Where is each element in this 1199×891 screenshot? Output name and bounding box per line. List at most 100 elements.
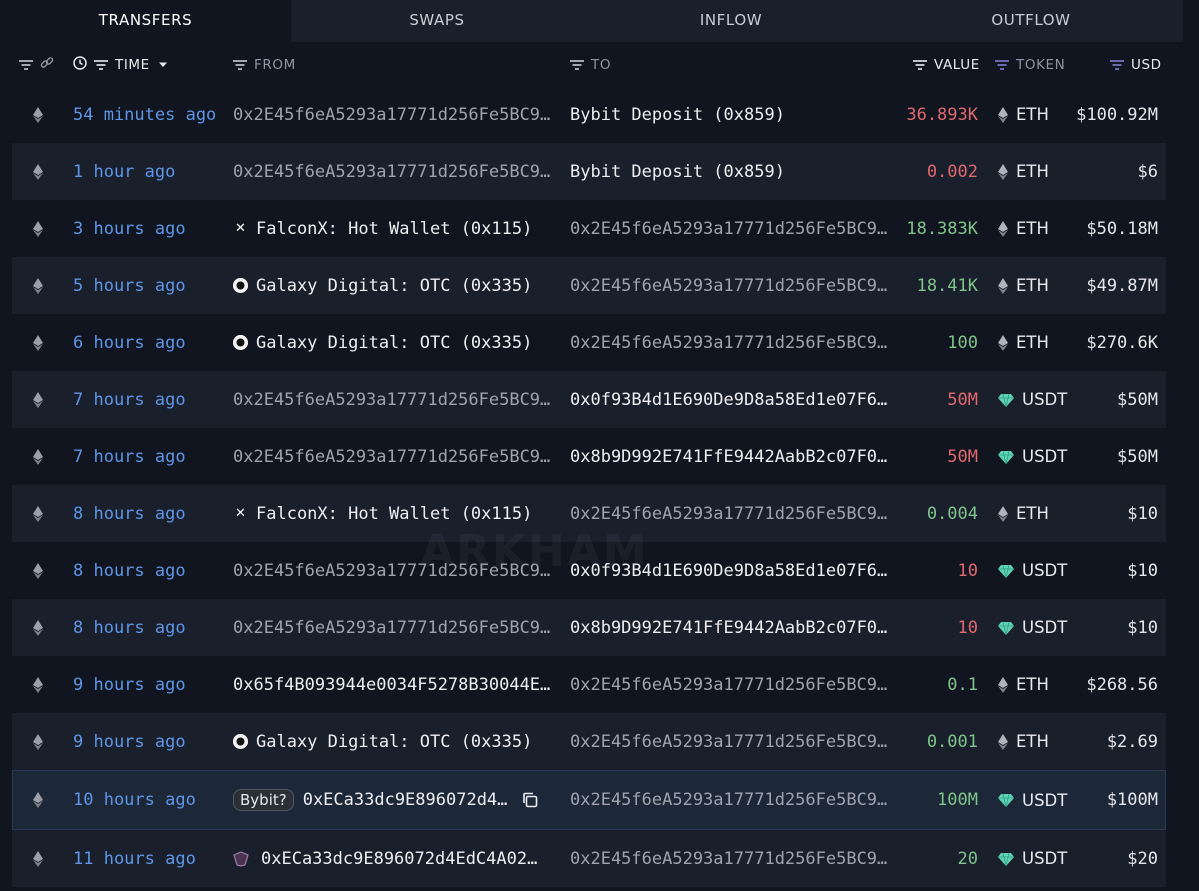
tab-outflow[interactable]: OUTFLOW xyxy=(879,0,1183,42)
time-link[interactable]: 5 hours ago xyxy=(73,257,186,314)
time-column-header[interactable]: TIME xyxy=(73,56,169,74)
filter-icon[interactable] xyxy=(94,60,108,70)
time-link[interactable]: 8 hours ago xyxy=(73,599,186,656)
from-column-header[interactable]: FROM xyxy=(233,56,296,74)
table-row[interactable]: 7 hours ago 0x2E45f6eA5293a17771d256Fe5BC… xyxy=(12,428,1166,485)
from-entity-link[interactable]: Galaxy Digital: OTC (0x335) xyxy=(233,732,532,752)
from-address-link[interactable]: 0xECa33dc9E896072d4… xyxy=(303,790,508,810)
filter-icon[interactable] xyxy=(19,60,33,70)
table-row[interactable]: 1 hour ago 0x2E45f6eA5293a17771d256Fe5BC9… xyxy=(12,143,1166,200)
link-icon[interactable] xyxy=(40,56,54,74)
token-cell[interactable]: USDT xyxy=(998,371,1067,428)
to-address-link[interactable]: 0x2E45f6eA5293a17771d256Fe5BC9… xyxy=(570,333,887,353)
to-address-link[interactable]: 0x8b9D992E741FfE9442AabB2c07F0… xyxy=(570,618,887,638)
filter-icon[interactable] xyxy=(1110,60,1124,70)
from-address-link[interactable]: 0x2E45f6eA5293a17771d256Fe5BC9… xyxy=(233,105,550,125)
from-address-link[interactable]: 0x65f4B093944e0034F5278B30044E… xyxy=(233,675,550,695)
token-cell[interactable]: ETH xyxy=(998,143,1049,200)
time-link[interactable]: 7 hours ago xyxy=(73,371,186,428)
to-address-link[interactable]: 0x2E45f6eA5293a17771d256Fe5BC9… xyxy=(570,276,887,296)
tab-transfers[interactable]: TRANSFERS xyxy=(0,0,291,42)
token-cell[interactable]: ETH xyxy=(998,713,1049,770)
entity-tag[interactable]: Bybit? xyxy=(233,789,294,811)
table-row[interactable]: 7 hours ago 0x2E45f6eA5293a17771d256Fe5BC… xyxy=(12,371,1166,428)
to-address-link[interactable]: 0x2E45f6eA5293a17771d256Fe5BC9… xyxy=(570,219,887,239)
time-link[interactable]: 6 hours ago xyxy=(73,314,186,371)
time-link[interactable]: 9 hours ago xyxy=(73,713,186,770)
to-column-header[interactable]: TO xyxy=(570,56,611,74)
from-entity-link[interactable]: ✕ FalconX: Hot Wallet (0x115) xyxy=(233,219,532,239)
to-cell: 0x2E45f6eA5293a17771d256Fe5BC9… xyxy=(570,200,887,257)
to-entity-link[interactable]: Bybit Deposit (0x859) xyxy=(570,105,785,125)
from-entity-link[interactable]: ✕ FalconX: Hot Wallet (0x115) xyxy=(233,504,532,524)
filter-icon[interactable] xyxy=(995,60,1009,70)
falconx-icon: ✕ xyxy=(235,221,246,236)
tab-swaps[interactable]: SWAPS xyxy=(291,0,583,42)
table-row[interactable]: 6 hours ago Galaxy Digital: OTC (0x335) 0x… xyxy=(12,314,1166,371)
token-symbol: USDT xyxy=(1022,790,1068,810)
from-entity-link[interactable]: Galaxy Digital: OTC (0x335) xyxy=(233,333,532,353)
token-column-header[interactable]: TOKEN xyxy=(995,56,1065,74)
shield-icon xyxy=(233,850,261,867)
to-address-link[interactable]: 0x2E45f6eA5293a17771d256Fe5BC9… xyxy=(570,732,887,752)
time-link[interactable]: 3 hours ago xyxy=(73,200,186,257)
token-cell[interactable]: ETH xyxy=(998,200,1049,257)
from-cell: Galaxy Digital: OTC (0x335) xyxy=(233,314,532,371)
token-cell[interactable]: ETH xyxy=(998,257,1049,314)
token-cell[interactable]: USDT xyxy=(998,428,1067,485)
copy-icon[interactable] xyxy=(521,791,539,809)
to-address-link[interactable]: 0x0f93B4d1E690De9D8a58Ed1e07F6… xyxy=(570,390,887,410)
to-address-link[interactable]: 0x2E45f6eA5293a17771d256Fe5BC9… xyxy=(570,790,887,810)
time-link[interactable]: 11 hours ago xyxy=(73,830,196,887)
token-cell[interactable]: USDT xyxy=(998,599,1067,656)
usd-cell: $49.87M xyxy=(1086,275,1158,296)
value-cell: 36.893K xyxy=(906,104,978,125)
token-symbol: ETH xyxy=(1016,105,1049,124)
sort-caret-down-icon[interactable] xyxy=(157,57,169,73)
to-address-link[interactable]: 0x2E45f6eA5293a17771d256Fe5BC9… xyxy=(570,849,887,869)
token-cell[interactable]: USDT xyxy=(998,830,1067,887)
table-row[interactable]: 9 hours ago 0x65f4B093944e0034F5278B30044… xyxy=(12,656,1166,713)
to-cell: 0x2E45f6eA5293a17771d256Fe5BC9… xyxy=(570,770,887,830)
time-link[interactable]: 54 minutes ago xyxy=(73,86,216,143)
to-address-link[interactable]: 0x2E45f6eA5293a17771d256Fe5BC9… xyxy=(570,675,887,695)
time-link[interactable]: 9 hours ago xyxy=(73,656,186,713)
table-row[interactable]: 9 hours ago Galaxy Digital: OTC (0x335) 0x… xyxy=(12,713,1166,770)
from-entity-link[interactable]: Galaxy Digital: OTC (0x335) xyxy=(233,276,532,296)
table-header: TIME FROM TO VALUE TOKEN USD xyxy=(0,42,1199,86)
from-address-link[interactable]: 0x2E45f6eA5293a17771d256Fe5BC9… xyxy=(233,162,550,182)
filter-icon[interactable] xyxy=(233,60,247,70)
table-row[interactable]: 10 hours ago Bybit? 0xECa33dc9E896072d4… 0x… xyxy=(12,770,1166,830)
table-row[interactable]: 54 minutes ago 0x2E45f6eA5293a17771d256Fe… xyxy=(12,86,1166,143)
token-cell[interactable]: ETH xyxy=(998,86,1049,143)
tab-inflow[interactable]: INFLOW xyxy=(583,0,879,42)
ethereum-icon xyxy=(33,163,43,180)
time-link[interactable]: 7 hours ago xyxy=(73,428,186,485)
table-row[interactable]: 8 hours ago 0x2E45f6eA5293a17771d256Fe5BC… xyxy=(12,599,1166,656)
table-row[interactable]: 5 hours ago Galaxy Digital: OTC (0x335) 0x… xyxy=(12,257,1166,314)
to-entity-link[interactable]: Bybit Deposit (0x859) xyxy=(570,162,785,182)
from-address-link[interactable]: 0x2E45f6eA5293a17771d256Fe5BC9… xyxy=(233,618,550,638)
token-cell[interactable]: USDT xyxy=(998,770,1067,830)
to-address-link[interactable]: 0x2E45f6eA5293a17771d256Fe5BC9… xyxy=(570,504,887,524)
token-symbol: ETH xyxy=(1016,504,1049,523)
filter-icon[interactable] xyxy=(570,60,584,70)
token-cell[interactable]: USDT xyxy=(998,542,1067,599)
from-address-link[interactable]: 0x2E45f6eA5293a17771d256Fe5BC9… xyxy=(233,390,550,410)
token-cell[interactable]: ETH xyxy=(998,485,1049,542)
time-link[interactable]: 8 hours ago xyxy=(73,542,186,599)
to-address-link[interactable]: 0x8b9D992E741FfE9442AabB2c07F0… xyxy=(570,447,887,467)
time-link[interactable]: 10 hours ago xyxy=(73,770,196,830)
value-column-header[interactable]: VALUE xyxy=(913,56,980,74)
chain-cell xyxy=(31,86,45,143)
token-cell[interactable]: ETH xyxy=(998,314,1049,371)
token-cell[interactable]: ETH xyxy=(998,656,1049,713)
table-row[interactable]: 11 hours ago 0xECa33dc9E896072d4EdC4A02… 0… xyxy=(12,830,1166,887)
from-address-link[interactable]: 0xECa33dc9E896072d4EdC4A02… xyxy=(261,849,537,869)
time-link[interactable]: 8 hours ago xyxy=(73,485,186,542)
filter-icon[interactable] xyxy=(913,60,927,70)
time-link[interactable]: 1 hour ago xyxy=(73,143,175,200)
table-row[interactable]: 3 hours ago ✕ FalconX: Hot Wallet (0x115) 0… xyxy=(12,200,1166,257)
from-address-link[interactable]: 0x2E45f6eA5293a17771d256Fe5BC9… xyxy=(233,447,550,467)
usd-column-header[interactable]: USD xyxy=(1110,56,1162,74)
